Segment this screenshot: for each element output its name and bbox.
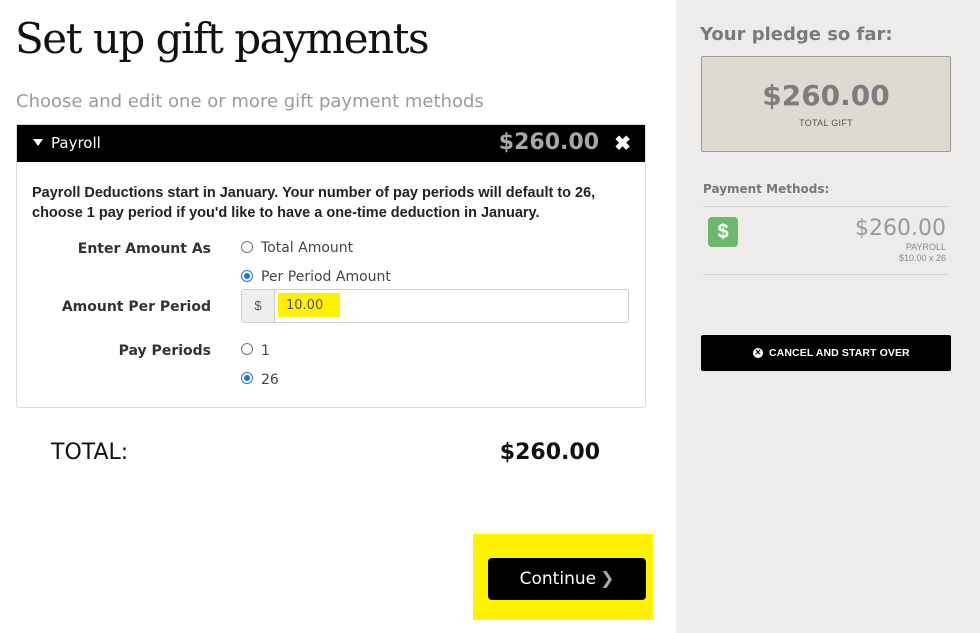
currency-addon: $ (242, 290, 275, 322)
continue-button[interactable]: Continue ❯ (488, 558, 646, 600)
payment-methods-title: Payment Methods: (703, 182, 830, 196)
cancel-button-label: CANCEL AND START OVER (769, 347, 910, 359)
continue-label: Continue (519, 569, 597, 589)
enter-amount-as-label: Enter Amount As (77, 241, 211, 257)
payment-method-detail: $10.00 x 26 (898, 253, 946, 263)
amount-per-period-label: Amount Per Period (61, 299, 211, 315)
radio-pay-periods-26-label[interactable]: 26 (261, 372, 279, 388)
payroll-title: Payroll (51, 134, 101, 152)
radio-pay-periods-1[interactable] (241, 343, 253, 355)
payroll-card: Payroll $260.00 ✖ Payroll Deductions sta… (16, 124, 646, 408)
chevron-right-icon: ❯ (600, 569, 615, 589)
payroll-notice: Payroll Deductions start in January. You… (32, 185, 596, 221)
payment-method-amount: $260.00 (855, 216, 946, 241)
payroll-amount: $260.00 (498, 130, 599, 155)
pledge-summary-box: $260.00 TOTAL GIFT (701, 56, 951, 152)
caret-down-icon[interactable] (33, 139, 43, 146)
close-circle-icon: ✕ (753, 348, 763, 358)
radio-per-period-amount[interactable] (241, 270, 253, 282)
divider (703, 206, 949, 207)
radio-pay-periods-26[interactable] (241, 372, 253, 384)
radio-pay-periods-1-label[interactable]: 1 (261, 343, 270, 359)
radio-total-amount-label[interactable]: Total Amount (261, 240, 353, 256)
payment-method-type: PAYROLL (905, 242, 946, 252)
page-title: Set up gift payments (15, 14, 430, 63)
dollar-icon: $ (708, 217, 738, 247)
pledge-title: Your pledge so far: (700, 24, 893, 45)
divider (703, 274, 949, 275)
radio-total-amount[interactable] (241, 241, 253, 253)
main-content: Set up gift payments Choose and edit one… (0, 0, 676, 633)
cancel-and-start-over-button[interactable]: ✕ CANCEL AND START OVER (701, 335, 951, 371)
pledge-amount: $260.00 (762, 79, 890, 112)
amount-per-period-field[interactable]: $ 10.00 (241, 289, 629, 323)
radio-per-period-amount-label[interactable]: Per Period Amount (261, 269, 391, 285)
payroll-card-header[interactable]: Payroll $260.00 ✖ (17, 125, 645, 162)
amount-per-period-input[interactable]: 10.00 (286, 298, 323, 313)
page-subtitle: Choose and edit one or more gift payment… (16, 91, 484, 112)
total-label: TOTAL: (51, 440, 129, 465)
pledge-caption: TOTAL GIFT (799, 118, 853, 128)
close-icon[interactable]: ✖ (614, 131, 631, 156)
pay-periods-label: Pay Periods (118, 343, 211, 359)
pledge-sidebar: Your pledge so far: $260.00 TOTAL GIFT P… (676, 0, 980, 633)
total-value: $260.00 (499, 440, 600, 465)
